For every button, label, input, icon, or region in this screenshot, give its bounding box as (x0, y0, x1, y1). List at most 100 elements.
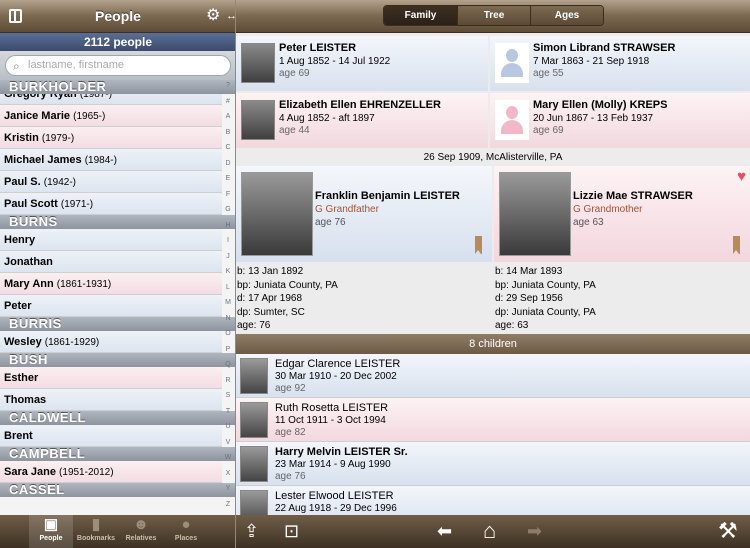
child-dates: 22 Aug 1918 - 29 Dec 1996 (275, 503, 397, 514)
heart-icon[interactable]: ♥ (737, 168, 746, 185)
bookmark-icon[interactable] (475, 236, 482, 254)
index-letter[interactable]: A (221, 113, 235, 120)
child-row[interactable]: Harry Melvin LEISTER Sr. 23 Mar 1914 - 9 … (236, 442, 750, 486)
father-card[interactable]: Franklin Benjamin LEISTER G Grandfather … (236, 166, 492, 262)
person-photo (240, 402, 268, 438)
people-panel: People ⚙ ↔ 2112 people ⌕ lastname, first… (0, 0, 236, 548)
people-list[interactable]: Gregory Ryan (1987-) Janice Marie (1965-)… (0, 80, 235, 516)
globe-icon: ● (181, 516, 191, 533)
tab-ages[interactable]: Ages (530, 6, 603, 25)
person-name: Simon Librand STRAWSER (533, 42, 676, 54)
index-letter[interactable]: I (221, 237, 235, 244)
list-item[interactable]: Janice Marie (1965-) (0, 105, 222, 127)
person-name: Brent (4, 430, 33, 442)
list-item[interactable]: Peter (0, 295, 222, 317)
person-dates: 7 Mar 1863 - 21 Sep 1918 (533, 56, 650, 67)
silhouette-body (501, 120, 523, 134)
index-letter[interactable]: C (221, 144, 235, 151)
index-letter[interactable]: G (221, 206, 235, 213)
marriage-info: 26 Sep 1909, McAlisterville, PA (423, 152, 563, 163)
back-arrow-icon[interactable]: ⬅ (437, 520, 452, 542)
section-header: CAMPBELL (0, 447, 235, 461)
mother-card[interactable]: Lizzie Mae STRAWSER G Grandmother age 63… (494, 166, 750, 262)
alphabet-index[interactable]: ? # A B C D E F G H I J K L M N O P Q R S T U V W X Y Z (221, 82, 235, 516)
list-item[interactable]: Henry (0, 229, 222, 251)
expand-arrows-icon[interactable]: ↔ (226, 7, 235, 25)
grandparent-card[interactable]: Elizabeth Ellen EHRENZELLER 4 Aug 1852 - … (236, 93, 488, 148)
list-item[interactable]: Wesley (1861-1929) (0, 331, 222, 353)
index-letter[interactable]: X (221, 470, 235, 477)
index-letter[interactable]: N (221, 315, 235, 322)
list-item[interactable]: Sara Jane (1951-2012) (0, 461, 222, 483)
list-item[interactable]: Paul Scott (1971-) (0, 193, 222, 215)
section-header: BURNS (0, 215, 235, 229)
tab-places[interactable]: ● Places (164, 515, 208, 548)
tab-people[interactable]: ▣ People (29, 515, 73, 548)
list-item[interactable]: Jonathan (0, 251, 222, 273)
index-letter[interactable]: D (221, 160, 235, 167)
index-letter[interactable]: W (221, 454, 235, 461)
grandparent-card[interactable]: Simon Librand STRAWSER 7 Mar 1863 - 21 Se… (490, 36, 750, 91)
bottom-tab-bar: ▣ People ▮ Bookmarks ☻ Relatives ● Places (0, 515, 235, 548)
index-letter[interactable]: P (221, 346, 235, 353)
left-header: People ⚙ ↔ (0, 0, 235, 33)
list-item[interactable]: Paul S. (1942-) (0, 171, 222, 193)
share-icon[interactable]: ⇪ (244, 520, 259, 542)
section-header: CASSEL (0, 483, 235, 497)
person-dates: 4 Aug 1852 - aft 1897 (279, 113, 375, 124)
index-letter[interactable]: L (221, 284, 235, 291)
index-letter[interactable]: Y (221, 485, 235, 492)
person-name: Elizabeth Ellen EHRENZELLER (279, 99, 441, 111)
index-letter[interactable]: E (221, 175, 235, 182)
fact-line: b: 13 Jan 1892 (237, 266, 304, 277)
index-letter[interactable]: U (221, 423, 235, 430)
tab-relatives[interactable]: ☻ Relatives (119, 515, 163, 548)
index-letter[interactable]: T (221, 408, 235, 415)
child-row[interactable]: Ruth Rosetta LEISTER 11 Oct 1911 - 3 Oct … (236, 398, 750, 442)
index-letter[interactable]: Q (221, 361, 235, 368)
silhouette-icon (495, 43, 529, 83)
presentation-icon[interactable]: ⊡ (284, 520, 299, 542)
tab-family[interactable]: Family (384, 6, 457, 25)
child-dates: 30 Mar 1910 - 20 Dec 2002 (275, 371, 397, 382)
index-letter[interactable]: K (221, 268, 235, 275)
bookmark-icon[interactable] (733, 236, 740, 254)
grandparent-card[interactable]: Peter LEISTER 1 Aug 1852 - 14 Jul 1922 age… (236, 36, 488, 91)
list-item[interactable]: Brent (0, 425, 222, 447)
hammer-icon[interactable]: ⚒ (718, 520, 738, 542)
index-letter[interactable]: # (221, 98, 235, 105)
tab-label: Places (174, 535, 198, 542)
tab-bookmarks[interactable]: ▮ Bookmarks (74, 515, 118, 548)
bottom-toolbar: ⇪ ⊡ ⬅ ⌂ ➡ ⚒ (236, 515, 750, 548)
fact-line: age: 76 (237, 320, 271, 331)
index-letter[interactable]: H (221, 222, 235, 229)
list-item[interactable]: Kristin (1979-) (0, 127, 222, 149)
list-item[interactable]: Michael James (1984-) (0, 149, 222, 171)
index-letter[interactable]: O (221, 330, 235, 337)
list-item[interactable]: Thomas (0, 389, 222, 411)
person-name: Mary Ellen (Molly) KREPS (533, 99, 668, 111)
tab-label: Relatives (125, 535, 157, 542)
index-letter[interactable]: ? (221, 82, 235, 89)
index-letter[interactable]: J (221, 253, 235, 260)
grandparent-card[interactable]: Mary Ellen (Molly) KREPS 20 Jun 1867 - 13… (490, 93, 750, 148)
section-header: CALDWELL (0, 411, 235, 425)
index-letter[interactable]: F (221, 191, 235, 198)
list-item[interactable]: Mary Ann (1861-1931) (0, 273, 222, 295)
index-letter[interactable]: S (221, 392, 235, 399)
person-photo (241, 100, 275, 140)
index-letter[interactable]: M (221, 299, 235, 306)
index-letter[interactable]: R (221, 377, 235, 384)
forward-arrow-icon[interactable]: ➡ (527, 520, 542, 542)
person-name: Peter LEISTER (279, 42, 357, 54)
gear-icon[interactable]: ⚙ (206, 7, 220, 25)
tab-tree[interactable]: Tree (457, 6, 530, 25)
index-letter[interactable]: V (221, 439, 235, 446)
list-item[interactable]: Esther (0, 367, 222, 389)
section-header: BURKHOLDER (0, 80, 235, 94)
search-input[interactable]: ⌕ lastname, firstname (5, 55, 231, 76)
child-row[interactable]: Edgar Clarence LEISTER 30 Mar 1910 - 20 D… (236, 354, 750, 398)
index-letter[interactable]: Z (221, 501, 235, 508)
index-letter[interactable]: B (221, 129, 235, 136)
home-icon[interactable]: ⌂ (483, 520, 496, 542)
